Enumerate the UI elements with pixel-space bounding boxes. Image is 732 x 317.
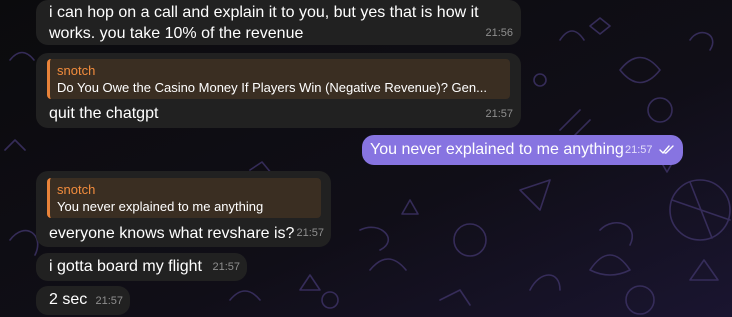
message-text: quit the chatgpt: [49, 105, 159, 122]
reply-quoted-text: You never explained to me anything: [57, 199, 264, 214]
message-bubble-incoming[interactable]: 2 sec 21:57: [36, 286, 130, 315]
message-time: 21:57: [625, 144, 653, 156]
message-time: 21:57: [296, 227, 324, 239]
message-time: 21:57: [212, 261, 240, 273]
message-text: i gotta board my flight: [49, 258, 202, 275]
message-bubble-incoming[interactable]: snotch You never explained to me anythin…: [36, 171, 331, 247]
reply-sender-name: snotch: [57, 182, 96, 197]
double-check-icon: [659, 145, 674, 154]
message-line: i can hop on a call and explain it to yo…: [49, 4, 479, 21]
message-time: 21:57: [95, 295, 123, 307]
reply-quote[interactable]: snotch You never explained to me anythin…: [47, 178, 321, 218]
message-bubble-incoming[interactable]: snotch Do You Owe the Casino Money If Pl…: [36, 53, 521, 128]
message-text: everyone knows what revshare is?: [49, 225, 295, 242]
reply-quoted-text: Do You Owe the Casino Money If Players W…: [57, 80, 487, 95]
message-bubble-outgoing[interactable]: You never explained to me anything 21:57: [362, 135, 683, 165]
message-time: 21:57: [485, 108, 513, 120]
message-meta: 21:57: [625, 138, 675, 161]
message-text: 2 sec: [49, 291, 88, 308]
message-line: works. you take 10% of the revenue: [49, 25, 304, 42]
message-time: 21:56: [485, 27, 513, 39]
message-text: i can hop on a call and explain it to yo…: [49, 2, 509, 44]
reply-sender-name: snotch: [57, 63, 96, 78]
message-bubble-incoming[interactable]: i gotta board my flight 21:57: [36, 253, 247, 281]
message-text: You never explained to me anything: [370, 141, 624, 158]
message-bubble-incoming[interactable]: i can hop on a call and explain it to yo…: [36, 0, 521, 45]
reply-quote[interactable]: snotch Do You Owe the Casino Money If Pl…: [47, 59, 510, 99]
